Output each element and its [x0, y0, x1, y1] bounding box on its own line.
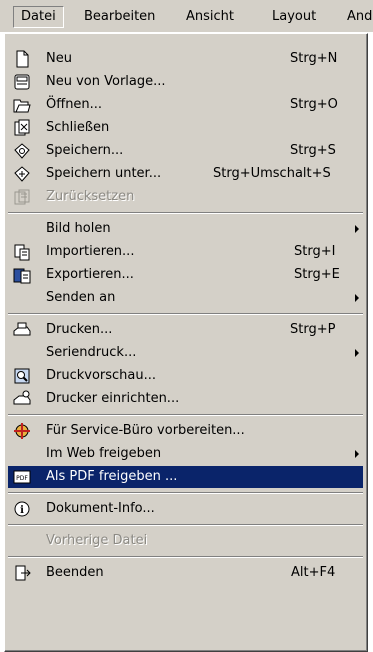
menu-bearbeiten[interactable]: Bearbeiten — [84, 6, 155, 28]
import-icon — [14, 244, 30, 261]
menu-item-label: Neu — [46, 51, 72, 66]
menu-item-label: Neu von Vorlage... — [46, 74, 166, 89]
menu-item-shortcut: Strg+N — [290, 51, 338, 66]
exit-icon — [15, 565, 31, 581]
menu-item-label: Zurücksetzen — [46, 189, 135, 204]
svg-text:PDF: PDF — [16, 475, 28, 482]
menu-separator — [8, 492, 363, 494]
menu-bar: Datei Bearbeiten Ansicht Layout And — [0, 0, 373, 33]
menu-item-label: Vorherige Datei — [46, 533, 148, 548]
info-icon: i — [14, 501, 30, 517]
service-bureau-icon — [14, 423, 30, 439]
menu-item-label: Bild holen — [46, 221, 111, 236]
submenu-arrow-icon — [355, 450, 359, 458]
close-document-icon — [14, 119, 30, 136]
menu-item-dokument-info[interactable]: i Dokument-Info... — [8, 498, 363, 520]
menu-item-label: Dokument-Info... — [46, 501, 155, 516]
menu-item-importieren[interactable]: Importieren... Strg+I — [8, 241, 363, 263]
menu-item-shortcut: Strg+P — [290, 322, 336, 337]
menu-item-label: Öffnen... — [46, 97, 103, 112]
menu-item-schliessen[interactable]: Schließen — [8, 117, 363, 139]
export-icon — [13, 268, 31, 284]
menu-item-label: Importieren... — [46, 244, 135, 259]
submenu-arrow-icon — [355, 225, 359, 233]
menu-item-shortcut: Strg+O — [290, 97, 338, 112]
save-as-icon — [14, 166, 30, 182]
menu-item-drucker-einrichten[interactable]: Drucker einrichten... — [8, 388, 363, 410]
new-document-icon — [16, 50, 29, 68]
printer-setup-icon — [13, 390, 31, 405]
menu-item-label: Im Web freigeben — [46, 446, 162, 461]
menu-ansicht[interactable]: Ansicht — [186, 6, 234, 28]
menu-item-service-buero[interactable]: Für Service-Büro vorbereiten... — [8, 420, 363, 442]
svg-text:i: i — [20, 505, 24, 516]
menu-item-zuruecksetzen: Zurücksetzen — [8, 186, 363, 208]
menu-more[interactable]: And — [347, 6, 372, 28]
print-icon — [13, 322, 31, 336]
menu-item-label: Exportieren... — [46, 267, 134, 282]
menu-item-label: Drucken... — [46, 322, 113, 337]
menu-item-oeffnen[interactable]: Öffnen... Strg+O — [8, 94, 363, 116]
menu-separator — [8, 414, 363, 416]
pdf-icon: PDF — [13, 470, 31, 484]
menu-item-label: Seriendruck... — [46, 345, 137, 360]
menu-item-label: Beenden — [46, 565, 104, 580]
menu-item-bild-holen[interactable]: Bild holen — [8, 218, 363, 240]
menu-item-speichern[interactable]: Speichern... Strg+S — [8, 140, 363, 162]
menu-separator — [8, 556, 363, 558]
open-folder-icon — [13, 99, 31, 113]
menu-item-exportieren[interactable]: Exportieren... Strg+E — [8, 264, 363, 286]
menu-item-label: Als PDF freigeben ... — [46, 469, 178, 484]
menu-separator — [8, 313, 363, 315]
print-preview-icon — [14, 368, 30, 384]
datei-dropdown-menu: Neu Strg+N Neu von Vorlage... Öffnen... … — [4, 33, 368, 652]
menu-item-shortcut: Strg+S — [290, 143, 336, 158]
menu-item-shortcut: Strg+I — [294, 244, 336, 259]
menu-separator — [8, 524, 363, 526]
menu-separator — [8, 212, 363, 214]
template-icon — [14, 74, 30, 90]
menu-item-seriendruck[interactable]: Seriendruck... — [8, 342, 363, 364]
menu-item-als-pdf-freigeben[interactable]: PDF Als PDF freigeben ... — [8, 466, 363, 488]
menu-item-label: Druckvorschau... — [46, 368, 157, 383]
revert-icon — [14, 189, 30, 205]
menu-item-label: Schließen — [46, 120, 110, 135]
menu-item-drucken[interactable]: Drucken... Strg+P — [8, 319, 363, 341]
menu-item-speichern-unter[interactable]: Speichern unter... Strg+Umschalt+S — [8, 163, 363, 185]
menu-item-beenden[interactable]: Beenden Alt+F4 — [8, 562, 363, 584]
menu-item-im-web-freigeben[interactable]: Im Web freigeben — [8, 443, 363, 465]
menu-item-label: Speichern unter... — [46, 166, 162, 181]
menu-item-neu[interactable]: Neu Strg+N — [8, 48, 363, 70]
menu-item-label: Für Service-Büro vorbereiten... — [46, 423, 245, 438]
menu-datei[interactable]: Datei — [13, 6, 64, 28]
menu-item-label: Senden an — [46, 290, 116, 305]
menu-item-druckvorschau[interactable]: Druckvorschau... — [8, 365, 363, 387]
menu-item-shortcut: Strg+E — [294, 267, 340, 282]
submenu-arrow-icon — [355, 294, 359, 302]
menu-item-shortcut: Strg+Umschalt+S — [213, 166, 331, 181]
submenu-arrow-icon — [355, 349, 359, 357]
save-icon — [14, 143, 30, 159]
menu-item-senden-an[interactable]: Senden an — [8, 287, 363, 309]
menu-item-vorherige-datei: Vorherige Datei — [8, 530, 363, 552]
menu-item-label: Speichern... — [46, 143, 124, 158]
menu-item-label: Drucker einrichten... — [46, 391, 180, 406]
menu-item-shortcut: Alt+F4 — [291, 565, 336, 580]
menu-item-neu-von-vorlage[interactable]: Neu von Vorlage... — [8, 71, 363, 93]
menu-layout[interactable]: Layout — [272, 6, 316, 28]
